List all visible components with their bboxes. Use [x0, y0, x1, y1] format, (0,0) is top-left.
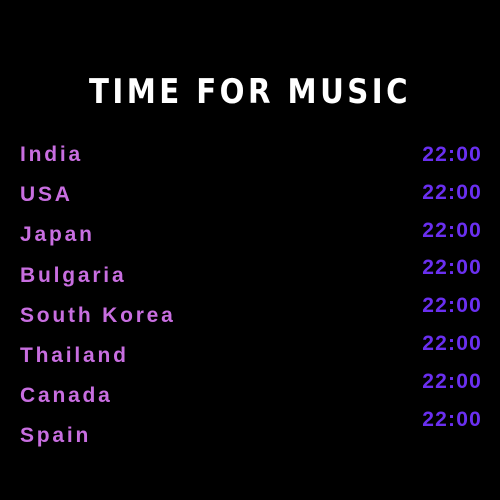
time-value: 22:00: [422, 369, 482, 393]
country-name: USA: [20, 183, 73, 207]
country-name: South Korea: [20, 303, 176, 327]
time-value: 22:00: [422, 294, 482, 318]
time-value: 22:00: [422, 143, 482, 166]
country-name: Japan: [20, 223, 95, 247]
time-value: 22:00: [422, 407, 482, 431]
page-title: TIME FOR MUSIC: [88, 72, 411, 112]
country-name: Canada: [20, 384, 113, 408]
time-value: 22:00: [422, 180, 482, 204]
time-value: 22:00: [422, 332, 482, 355]
time-value: 22:00: [422, 218, 482, 242]
time-value: 22:00: [422, 256, 482, 280]
country-name: Thailand: [20, 344, 129, 367]
country-name: Bulgaria: [20, 263, 127, 287]
country-name: Spain: [20, 424, 92, 448]
country-name: India: [20, 143, 84, 166]
